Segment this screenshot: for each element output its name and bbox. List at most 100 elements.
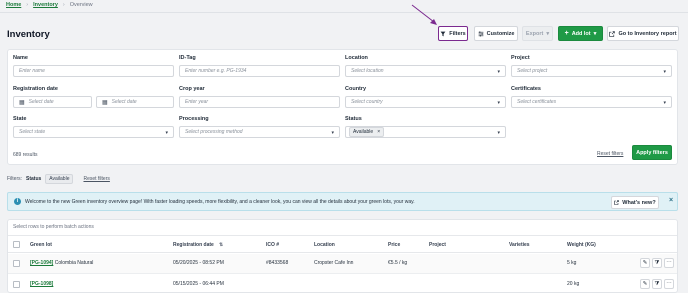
project-select-placeholder: Select project	[517, 68, 548, 74]
inventory-table: Select rows to perform batch actions Gre…	[7, 219, 678, 293]
status-select[interactable]: Available × ▾	[345, 126, 506, 138]
reset-filters-link[interactable]: Reset filters	[597, 151, 623, 157]
chevron-down-icon: ▾	[331, 130, 334, 136]
edit-icon[interactable]: ✎	[640, 279, 650, 289]
annotation-arrow-icon	[411, 4, 437, 25]
sliders-icon	[478, 30, 483, 37]
add-lot-button-label: Add lot	[571, 30, 591, 37]
crop-year-input[interactable]: Enter year	[179, 96, 340, 108]
chevron-down-icon: ▾	[663, 100, 666, 106]
registration-date-cell: 05/15/2025 - 06:44 PM	[173, 281, 224, 287]
breadcrumb-current: Overview	[69, 2, 93, 8]
weight-cell: 20 kg	[567, 281, 580, 287]
info-banner: i Welcome to the new Green inventory ove…	[7, 192, 678, 211]
processing-select[interactable]: Select processing method ▾	[179, 126, 340, 138]
filter-funnel-icon[interactable]: ⧩	[652, 258, 662, 268]
filters-button[interactable]: Filters	[438, 26, 468, 41]
registration-date-cell: 05/20/2025 - 08:52 PM	[173, 260, 224, 266]
location-filter-label: Location	[345, 55, 368, 61]
country-select[interactable]: Select country ▾	[345, 96, 506, 108]
filters-button-label: Filters	[449, 30, 466, 37]
lot-id-link[interactable]: [PG-1094]	[30, 260, 53, 266]
apply-filters-button[interactable]: Apply filters	[632, 145, 672, 160]
breadcrumb-separator: ›	[26, 2, 29, 8]
table-row[interactable]: [PG-1098] 05/15/2025 - 06:44 PM 20 kg ✎ …	[8, 275, 677, 293]
more-options-icon[interactable]: ⋯	[664, 258, 674, 268]
inventory-report-button-label: Go to Inventory report	[618, 30, 677, 37]
chevron-down-icon: ▾	[497, 69, 500, 75]
certificates-select-placeholder: Select certificates	[517, 99, 557, 105]
active-filters-bar: Filters: Status Available Reset filters	[7, 174, 110, 184]
column-header-registration-date[interactable]: Registration date	[173, 242, 214, 248]
registration-date-to-input[interactable]: ▦ Select date	[96, 96, 174, 108]
results-count: 689 results	[13, 152, 38, 158]
certificates-select[interactable]: Select certificates ▾	[511, 96, 672, 108]
select-all-checkbox[interactable]	[13, 241, 20, 248]
filter-panel: Name Enter name ID-Tag Enter number e.g.…	[7, 49, 678, 165]
more-options-icon[interactable]: ⋯	[664, 279, 674, 289]
external-link-icon	[614, 200, 620, 205]
state-filter-label: State	[13, 116, 27, 122]
column-header-location[interactable]: Location	[314, 242, 335, 248]
active-filter-status-chip[interactable]: Available	[45, 174, 74, 184]
name-filter-label: Name	[13, 55, 28, 61]
breadcrumb-inventory-link[interactable]: Inventory	[33, 2, 58, 8]
row-checkbox[interactable]	[13, 281, 20, 288]
name-input[interactable]: Enter name	[13, 65, 174, 77]
batch-actions-hint: Select rows to perform batch actions	[13, 224, 94, 230]
chevron-down-icon: ▾	[546, 30, 550, 37]
column-header-project[interactable]: Project	[429, 242, 446, 248]
country-filter-label: Country	[345, 86, 367, 92]
lot-id-link[interactable]: [PG-1098]	[30, 281, 53, 287]
sort-icon[interactable]: ⇅	[219, 242, 223, 248]
edit-icon[interactable]: ✎	[640, 258, 650, 268]
export-button[interactable]: Export ▾	[522, 26, 553, 41]
processing-filter-label: Processing	[179, 116, 209, 122]
registration-date-from-input[interactable]: ▦ Select date	[13, 96, 92, 108]
add-lot-button[interactable]: + Add lot ▾	[558, 26, 603, 41]
state-select-placeholder: Select state	[19, 129, 46, 135]
customize-button[interactable]: Customize	[474, 26, 518, 41]
project-select[interactable]: Select project ▾	[511, 65, 672, 77]
chevron-down-icon: ▾	[593, 30, 597, 37]
header-divider	[0, 12, 688, 13]
external-link-icon	[609, 30, 616, 37]
close-icon[interactable]: ×	[669, 197, 673, 204]
status-chip: Available ×	[349, 127, 385, 137]
column-header-ico[interactable]: ICO #	[266, 242, 279, 248]
id-tag-input[interactable]: Enter number e.g. PG-1934	[179, 65, 340, 77]
column-header-green-lot[interactable]: Green lot	[30, 242, 52, 248]
location-select-placeholder: Select location	[351, 68, 384, 74]
row-checkbox[interactable]	[13, 260, 20, 267]
status-filter-label: Status	[345, 116, 362, 122]
customize-button-label: Customize	[486, 30, 515, 37]
banner-text: Welcome to the new Green inventory overv…	[25, 199, 415, 205]
breadcrumb: Home › Inventory › Overview	[6, 2, 93, 8]
registration-date-from-placeholder: Select date	[28, 99, 54, 105]
chevron-down-icon: ▾	[497, 100, 500, 106]
export-button-label: Export	[525, 30, 544, 37]
column-header-price[interactable]: Price	[388, 242, 400, 248]
crop-year-input-placeholder: Enter year	[185, 99, 209, 105]
country-select-placeholder: Select country	[351, 99, 383, 105]
active-filter-status-label: Status	[26, 176, 42, 182]
column-header-varieties[interactable]: Varieties	[509, 242, 530, 248]
table-header: Green lot Registration date ⇅ ICO # Loca…	[8, 235, 677, 253]
status-chip-label: Available	[353, 129, 374, 135]
whats-new-button[interactable]: What's new?	[611, 196, 659, 209]
project-filter-label: Project	[511, 55, 530, 61]
close-icon[interactable]: ×	[377, 129, 380, 135]
weight-cell: 5 kg	[567, 260, 577, 266]
table-row[interactable]: [PG-1094] Colombia Natural 05/20/2025 - …	[8, 254, 677, 274]
breadcrumb-home-link[interactable]: Home	[6, 2, 21, 8]
state-select[interactable]: Select state ▾	[13, 126, 174, 138]
active-filters-prefix: Filters:	[7, 176, 22, 182]
inventory-report-button[interactable]: Go to Inventory report	[607, 26, 679, 41]
location-select[interactable]: Select location ▾	[345, 65, 506, 77]
info-icon: i	[14, 198, 21, 205]
registration-date-filter-label: Registration date	[13, 86, 58, 92]
id-tag-input-placeholder: Enter number e.g. PG-1934	[185, 68, 247, 74]
active-filters-reset-link[interactable]: Reset filters	[83, 176, 109, 182]
filter-funnel-icon[interactable]: ⧩	[652, 279, 662, 289]
column-header-weight[interactable]: Weight (KG)	[567, 242, 596, 248]
